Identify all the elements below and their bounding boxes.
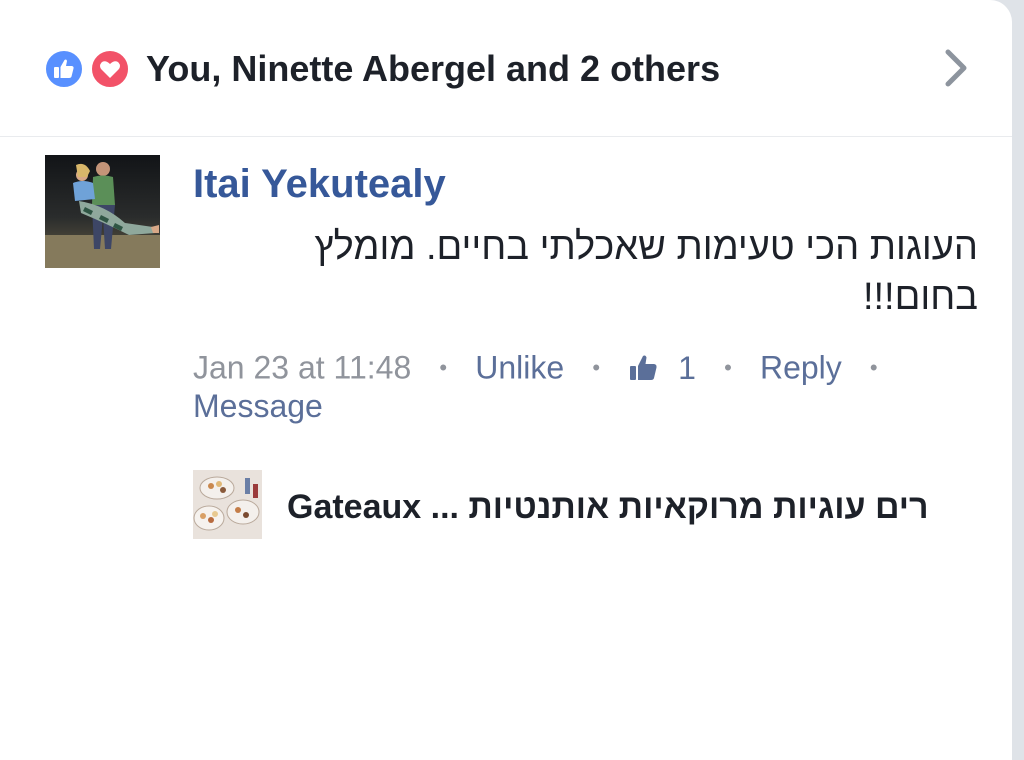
love-icon [89,48,131,90]
reactions-summary[interactable]: You, Ninette Abergel and 2 others [146,48,720,90]
unlike-button[interactable]: Unlike [475,350,564,386]
comment-text: העוגות הכי טעימות שאכלתי בחיים. מומלץ בח… [314,226,978,318]
like-icon [43,48,85,90]
avatar[interactable] [45,155,160,268]
chevron-right-icon[interactable] [935,46,979,90]
separator-dot: • [724,354,732,380]
link-preview-thumbnail[interactable] [193,470,262,539]
reply-button[interactable]: Reply [760,350,842,386]
comment-card: You, Ninette Abergel and 2 others Itai Y… [0,0,1012,760]
like-count-icon[interactable] [628,352,660,384]
link-preview-title[interactable]: Gateaux ... רים עוגיות מרוקאיות אותנטיות [287,484,1012,530]
comment-author[interactable]: Itai Yekutealy [193,162,446,207]
separator-dot: • [592,354,601,380]
comment-timestamp[interactable]: Jan 23 at 11:48 [193,350,411,386]
separator-dot: • [869,354,878,380]
reactions-bar[interactable]: You, Ninette Abergel and 2 others [0,0,1012,137]
like-count[interactable]: 1 [678,350,696,386]
comment-actions: Jan 23 at 11:48 • Unlike • 1 • Reply • [193,343,906,387]
message-button[interactable]: Message [193,384,323,428]
separator-dot: • [439,354,448,380]
